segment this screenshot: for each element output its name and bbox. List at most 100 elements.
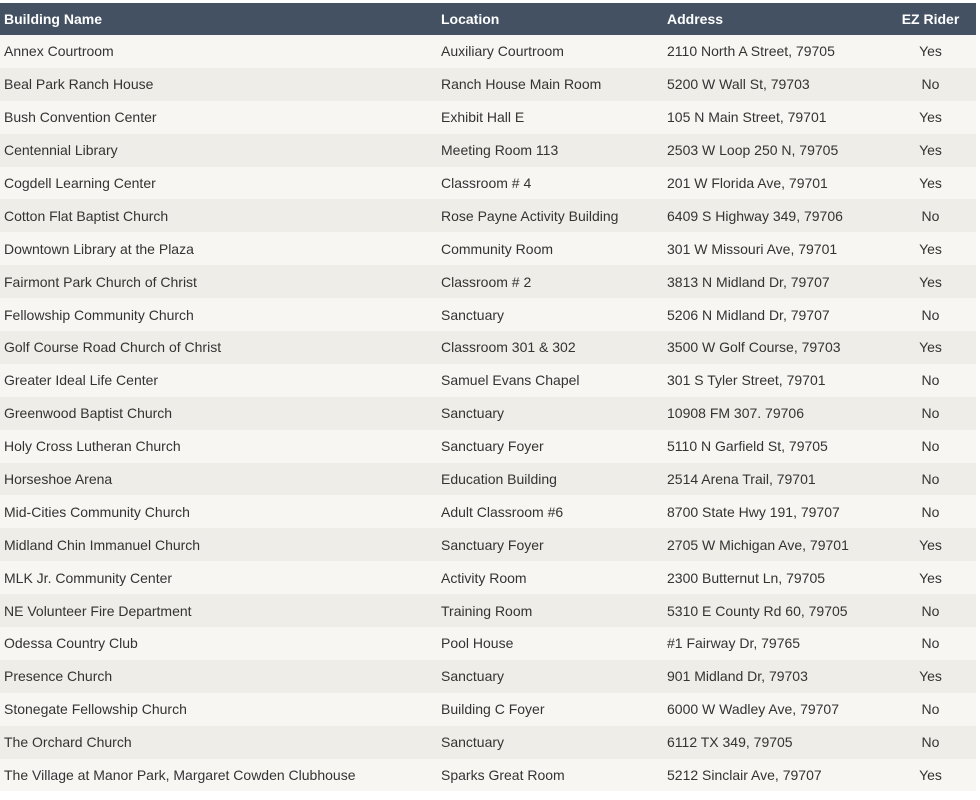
cell-building-name: The Orchard Church: [4, 734, 132, 751]
cell-location: Classroom 301 & 302: [441, 339, 576, 356]
cell-address: 5206 N Midland Dr, 79707: [667, 306, 830, 323]
cell-ez-rider: Yes: [919, 240, 942, 257]
cell-building-name: Fellowship Community Church: [4, 306, 194, 323]
cell-building-name: The Village at Manor Park, Margaret Cowd…: [4, 767, 356, 784]
cell-ez-rider: No: [921, 471, 940, 488]
table-row: Golf Course Road Church of Christ Classro…: [0, 331, 976, 364]
cell-ez-rider: Yes: [919, 109, 942, 126]
cell-address: 8700 State Hwy 191, 79707: [667, 503, 840, 520]
cell-building-name: Golf Course Road Church of Christ: [4, 339, 222, 356]
cell-location: Sanctuary: [441, 734, 505, 751]
cell-location: Sparks Great Room: [441, 767, 565, 784]
table-row: Greater Ideal Life Center Samuel Evans Ch…: [0, 363, 976, 397]
polling-locations-table: Building Name Location Address EZ Rider …: [0, 3, 976, 792]
cell-ez-rider: No: [921, 602, 940, 619]
table-row: Fellowship Community Church Sanctuary 5206…: [0, 298, 976, 332]
cell-building-name: Bush Convention Center: [4, 109, 157, 126]
cell-address: 901 Midland Dr, 79703: [667, 668, 808, 685]
table-row: Beal Park Ranch House Ranch House Main Ro…: [0, 67, 976, 101]
table-row: MLK Jr. Community Center Activity Room 230…: [0, 561, 976, 595]
polling-locations-table-container: Building Name Location Address EZ Rider …: [0, 3, 976, 792]
cell-ez-rider: No: [921, 405, 940, 422]
cell-address: 6000 W Wadley Ave, 79707: [667, 701, 839, 718]
cell-building-name: Centennial Library: [4, 142, 118, 159]
cell-location: Sanctuary: [441, 405, 505, 422]
cell-ez-rider: No: [921, 503, 940, 520]
table-row: Cogdell Learning Center Classroom # 4 201 …: [0, 166, 976, 200]
cell-location: Building C Foyer: [441, 701, 545, 718]
cell-ez-rider: Yes: [919, 668, 942, 685]
table-row: Bush Convention Center Exhibit Hall E 105 …: [0, 100, 976, 134]
table-row: Mid-Cities Community Church Adult Classro…: [0, 495, 976, 529]
table-row: Centennial Library Meeting Room 113 2503 W…: [0, 133, 976, 167]
table-row: Downtown Library at the Plaza Community R…: [0, 232, 976, 266]
cell-location: Sanctuary: [441, 306, 505, 323]
cell-location: Rose Payne Activity Building: [441, 207, 619, 224]
cell-building-name: Cotton Flat Baptist Church: [4, 207, 169, 224]
cell-ez-rider: Yes: [919, 569, 942, 586]
cell-location: Classroom # 2: [441, 273, 532, 290]
table-row: Cotton Flat Baptist Church Rose Payne Act…: [0, 199, 976, 233]
cell-address: 6112 TX 349, 79705: [667, 734, 793, 751]
header-building-name: Building Name: [4, 11, 103, 27]
cell-address: 2300 Butternut Ln, 79705: [667, 569, 826, 586]
cell-address: 5212 Sinclair Ave, 79707: [667, 767, 822, 784]
cell-location: Exhibit Hall E: [441, 109, 525, 126]
table-row: Annex Courtroom Auxiliary Courtroom 2110 N…: [0, 35, 976, 68]
cell-address: 3813 N Midland Dr, 79707: [667, 273, 830, 290]
cell-building-name: Cogdell Learning Center: [4, 175, 156, 191]
cell-building-name: NE Volunteer Fire Department: [4, 602, 192, 619]
table-row: Odessa Country Club Pool House #1 Fairway …: [0, 627, 976, 660]
cell-address: 5200 W Wall St, 79703: [667, 76, 810, 93]
cell-location: Sanctuary Foyer: [441, 438, 544, 455]
cell-ez-rider: No: [921, 306, 940, 323]
cell-address: 2110 North A Street, 79705: [667, 43, 835, 60]
cell-location: Samuel Evans Chapel: [441, 372, 580, 389]
cell-ez-rider: No: [921, 76, 940, 93]
cell-location: Training Room: [441, 602, 533, 619]
cell-location: Sanctuary: [441, 668, 505, 685]
cell-ez-rider: No: [921, 207, 940, 224]
cell-address: 105 N Main Street, 79701: [667, 109, 827, 126]
cell-address: 301 W Missouri Ave, 79701: [667, 240, 838, 257]
cell-location: Education Building: [441, 471, 557, 488]
cell-location: Auxiliary Courtroom: [441, 43, 564, 60]
cell-building-name: MLK Jr. Community Center: [4, 569, 173, 586]
cell-address: 201 W Florida Ave, 79701: [667, 175, 828, 191]
cell-ez-rider: Yes: [919, 43, 942, 60]
cell-building-name: Horseshoe Arena: [4, 471, 113, 488]
cell-building-name: Midland Chin Immanuel Church: [4, 536, 201, 553]
cell-building-name: Downtown Library at the Plaza: [4, 240, 194, 257]
cell-ez-rider: No: [921, 635, 940, 652]
cell-ez-rider: Yes: [919, 767, 942, 784]
cell-address: 2705 W Michigan Ave, 79701: [667, 536, 849, 553]
cell-ez-rider: Yes: [919, 273, 942, 290]
cell-building-name: Stonegate Fellowship Church: [4, 701, 187, 718]
table-row: Fairmont Park Church of Christ Classroom …: [0, 265, 976, 299]
cell-address: 5110 N Garfield St, 79705: [667, 438, 828, 455]
header-ez-rider: EZ Rider: [901, 11, 960, 27]
cell-building-name: Greenwood Baptist Church: [4, 405, 173, 422]
cell-address: 6409 S Highway 349, 79706: [667, 207, 843, 224]
header-address: Address: [667, 11, 724, 27]
cell-location: Ranch House Main Room: [441, 76, 602, 93]
table-row: Presence Church Sanctuary 901 Midland Dr, …: [0, 659, 976, 693]
cell-location: Meeting Room 113: [441, 142, 559, 159]
cell-ez-rider: Yes: [919, 175, 942, 191]
table-row: NE Volunteer Fire Department Training Roo…: [0, 594, 976, 628]
cell-address: 10908 FM 307. 79706: [667, 405, 804, 422]
cell-address: 3500 W Golf Course, 79703: [667, 339, 841, 356]
cell-address: #1 Fairway Dr, 79765: [667, 635, 801, 652]
cell-building-name: Annex Courtroom: [4, 43, 114, 60]
cell-ez-rider: No: [921, 372, 940, 389]
cell-location: Activity Room: [441, 569, 527, 586]
header-location: Location: [441, 11, 500, 27]
cell-location: Adult Classroom #6: [441, 503, 564, 520]
table-row: The Village at Manor Park, Margaret Cowd…: [0, 758, 976, 792]
cell-address: 301 S Tyler Street, 79701: [667, 372, 826, 389]
cell-location: Community Room: [441, 240, 554, 257]
cell-building-name: Beal Park Ranch House: [4, 76, 154, 93]
table-row: Horseshoe Arena Education Building 2514 Ar…: [0, 462, 976, 496]
cell-building-name: Greater Ideal Life Center: [4, 372, 159, 389]
table-body: Annex Courtroom Auxiliary Courtroom 2110 N…: [0, 35, 976, 792]
